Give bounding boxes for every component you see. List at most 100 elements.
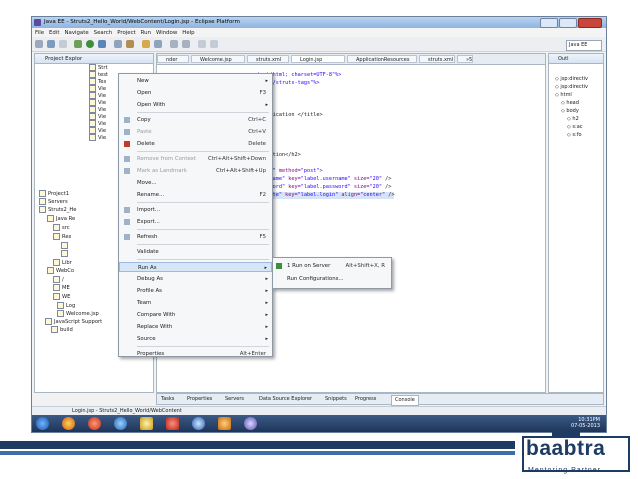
editor-tab[interactable]: Welcome.jsp: [191, 55, 245, 63]
menu-item-open-with[interactable]: Open With ▸: [119, 100, 272, 110]
outline-item[interactable]: ◇ html: [555, 92, 572, 99]
bottom-tab-data-source-explorer[interactable]: Data Source Explorer: [259, 395, 312, 404]
menu-item-remove-from-context[interactable]: Remove from Context Ctrl+Alt+Shift+Down: [119, 154, 272, 164]
editor-tab[interactable]: nder: [157, 55, 189, 63]
bottom-tab-tasks[interactable]: Tasks: [161, 395, 174, 404]
open-type-icon[interactable]: [142, 40, 150, 48]
file-icon: [89, 120, 96, 127]
close-button[interactable]: [578, 18, 602, 28]
code-token: key=: [285, 184, 301, 190]
menu-item-source[interactable]: Source ▸: [119, 334, 272, 344]
editor-tab[interactable]: struts.xml: [247, 55, 289, 63]
menu-item-compare-with[interactable]: Compare With ▸: [119, 310, 272, 320]
submenu-item[interactable]: Run Configurations...: [273, 274, 391, 284]
menu-item-profile-as[interactable]: Profile As ▸: [119, 286, 272, 296]
eclipse-taskbar-icon[interactable]: [244, 417, 257, 430]
edit-icon[interactable]: [182, 40, 190, 48]
outline-item[interactable]: ◇ s:ac: [567, 124, 583, 131]
code-token: "20": [369, 176, 382, 182]
menu-item-import[interactable]: Import...: [119, 205, 272, 215]
outline-item[interactable]: ◇ h2: [567, 116, 579, 123]
bottom-tab-console[interactable]: Console: [391, 395, 419, 406]
folder-icon[interactable]: [140, 417, 153, 430]
outline-item[interactable]: ◇ jsp:directiv: [555, 76, 588, 83]
menu-item-label: Copy: [137, 117, 151, 123]
office-icon[interactable]: [166, 417, 179, 430]
context-menu: New ▸ Open F3 Open With ▸ Copy Ctrl+C Paste Ctrl+…: [118, 73, 273, 357]
editor-tab[interactable]: ApplicationResources: [347, 55, 417, 63]
menu-item-new[interactable]: New ▸: [119, 76, 272, 86]
menu-item-export[interactable]: Export...: [119, 217, 272, 227]
menu-item-copy[interactable]: Copy Ctrl+C: [119, 115, 272, 125]
menu-separator: [137, 259, 269, 260]
code-line[interactable]: execute" key="label.login" align="center…: [257, 192, 395, 199]
skype-icon[interactable]: [114, 417, 127, 430]
save-icon[interactable]: [47, 40, 55, 48]
player-icon[interactable]: [218, 417, 231, 430]
menu-item-paste[interactable]: Paste Ctrl+V: [119, 127, 272, 137]
menu-navigate[interactable]: Navigate: [64, 30, 88, 36]
menu-item-label: Mark as Landmark: [137, 168, 187, 174]
bottom-tab-servers[interactable]: Servers: [225, 395, 244, 404]
server-icon[interactable]: [98, 40, 106, 48]
new-icon[interactable]: [35, 40, 43, 48]
maximize-button[interactable]: [559, 18, 577, 28]
debug-icon[interactable]: [74, 40, 82, 48]
bottom-tab-progress[interactable]: Progress: [355, 395, 376, 404]
menu-edit[interactable]: Edit: [49, 30, 59, 36]
outline-item[interactable]: ◇ body: [561, 108, 579, 115]
menu-run[interactable]: Run: [141, 30, 151, 36]
new-java-project-icon[interactable]: [114, 40, 122, 48]
menu-file[interactable]: File: [35, 30, 44, 36]
editor-tab[interactable]: Login.jsp: [291, 55, 345, 63]
app-icon[interactable]: [88, 417, 101, 430]
menu-item-refresh[interactable]: Refresh F5: [119, 232, 272, 242]
minimize-button[interactable]: [540, 18, 558, 28]
bottom-tab-properties[interactable]: Properties: [187, 395, 212, 404]
print-icon[interactable]: [59, 40, 67, 48]
menu-item-label: Replace With: [137, 324, 173, 330]
code-line[interactable]: password" key="label.password" size="20"…: [257, 184, 391, 191]
menu-icon: [124, 117, 130, 123]
submenu-item-label: Run Configurations...: [287, 276, 344, 282]
forward-icon[interactable]: [210, 40, 218, 48]
menu-item-replace-with[interactable]: Replace With ▸: [119, 322, 272, 332]
firefox-icon[interactable]: [62, 417, 75, 430]
run-icon[interactable]: [86, 40, 94, 48]
search-icon[interactable]: [154, 40, 162, 48]
menu-item-delete[interactable]: Delete Delete: [119, 139, 272, 149]
menu-window[interactable]: Window: [156, 30, 177, 36]
media-icon[interactable]: [192, 417, 205, 430]
start-button-icon[interactable]: [36, 417, 49, 430]
menu-item-rename[interactable]: Rename... F2: [119, 190, 272, 200]
menu-item-properties[interactable]: Properties Alt+Enter: [119, 349, 272, 359]
tree-item-label: Servers: [48, 199, 68, 205]
perspective-switcher[interactable]: Java EE: [566, 40, 602, 51]
menu-project[interactable]: Project: [117, 30, 135, 36]
file-icon: [53, 276, 60, 283]
bottom-tab-snippets[interactable]: Snippets: [325, 395, 347, 404]
editor-tab[interactable]: struts.xml: [419, 55, 455, 63]
outline-item[interactable]: ◇ jsp:directiv: [555, 84, 588, 91]
menu-item-run-as[interactable]: Run As ▸: [119, 262, 272, 272]
menu-search[interactable]: Search: [94, 30, 113, 36]
menu-item-validate[interactable]: Validate: [119, 247, 272, 257]
submenu-item[interactable]: 1 Run on Server Alt+Shift+X, R: [273, 261, 391, 271]
outline-item[interactable]: ◇ head: [561, 100, 579, 107]
outline-item[interactable]: ◇ s:fo: [567, 132, 582, 139]
menu-item-accelerator: F2: [259, 192, 266, 198]
menu-item-open[interactable]: Open F3: [119, 88, 272, 98]
editor-tab[interactable]: »5: [457, 55, 473, 63]
back-icon[interactable]: [198, 40, 206, 48]
file-icon: [51, 326, 58, 333]
menu-item-move[interactable]: Move...: [119, 178, 272, 188]
annotation-icon[interactable]: [170, 40, 178, 48]
new-package-icon[interactable]: [126, 40, 134, 48]
menu-item-debug-as[interactable]: Debug As ▸: [119, 274, 272, 284]
menu-help[interactable]: Help: [182, 30, 194, 36]
menu-item-mark-as-landmark[interactable]: Mark as Landmark Ctrl+Alt+Shift+Up: [119, 166, 272, 176]
code-line[interactable]: username" key="label.username" size="20"…: [257, 176, 391, 183]
file-icon: [47, 215, 54, 222]
menu-item-team[interactable]: Team ▸: [119, 298, 272, 308]
menu-separator: [137, 151, 269, 152]
